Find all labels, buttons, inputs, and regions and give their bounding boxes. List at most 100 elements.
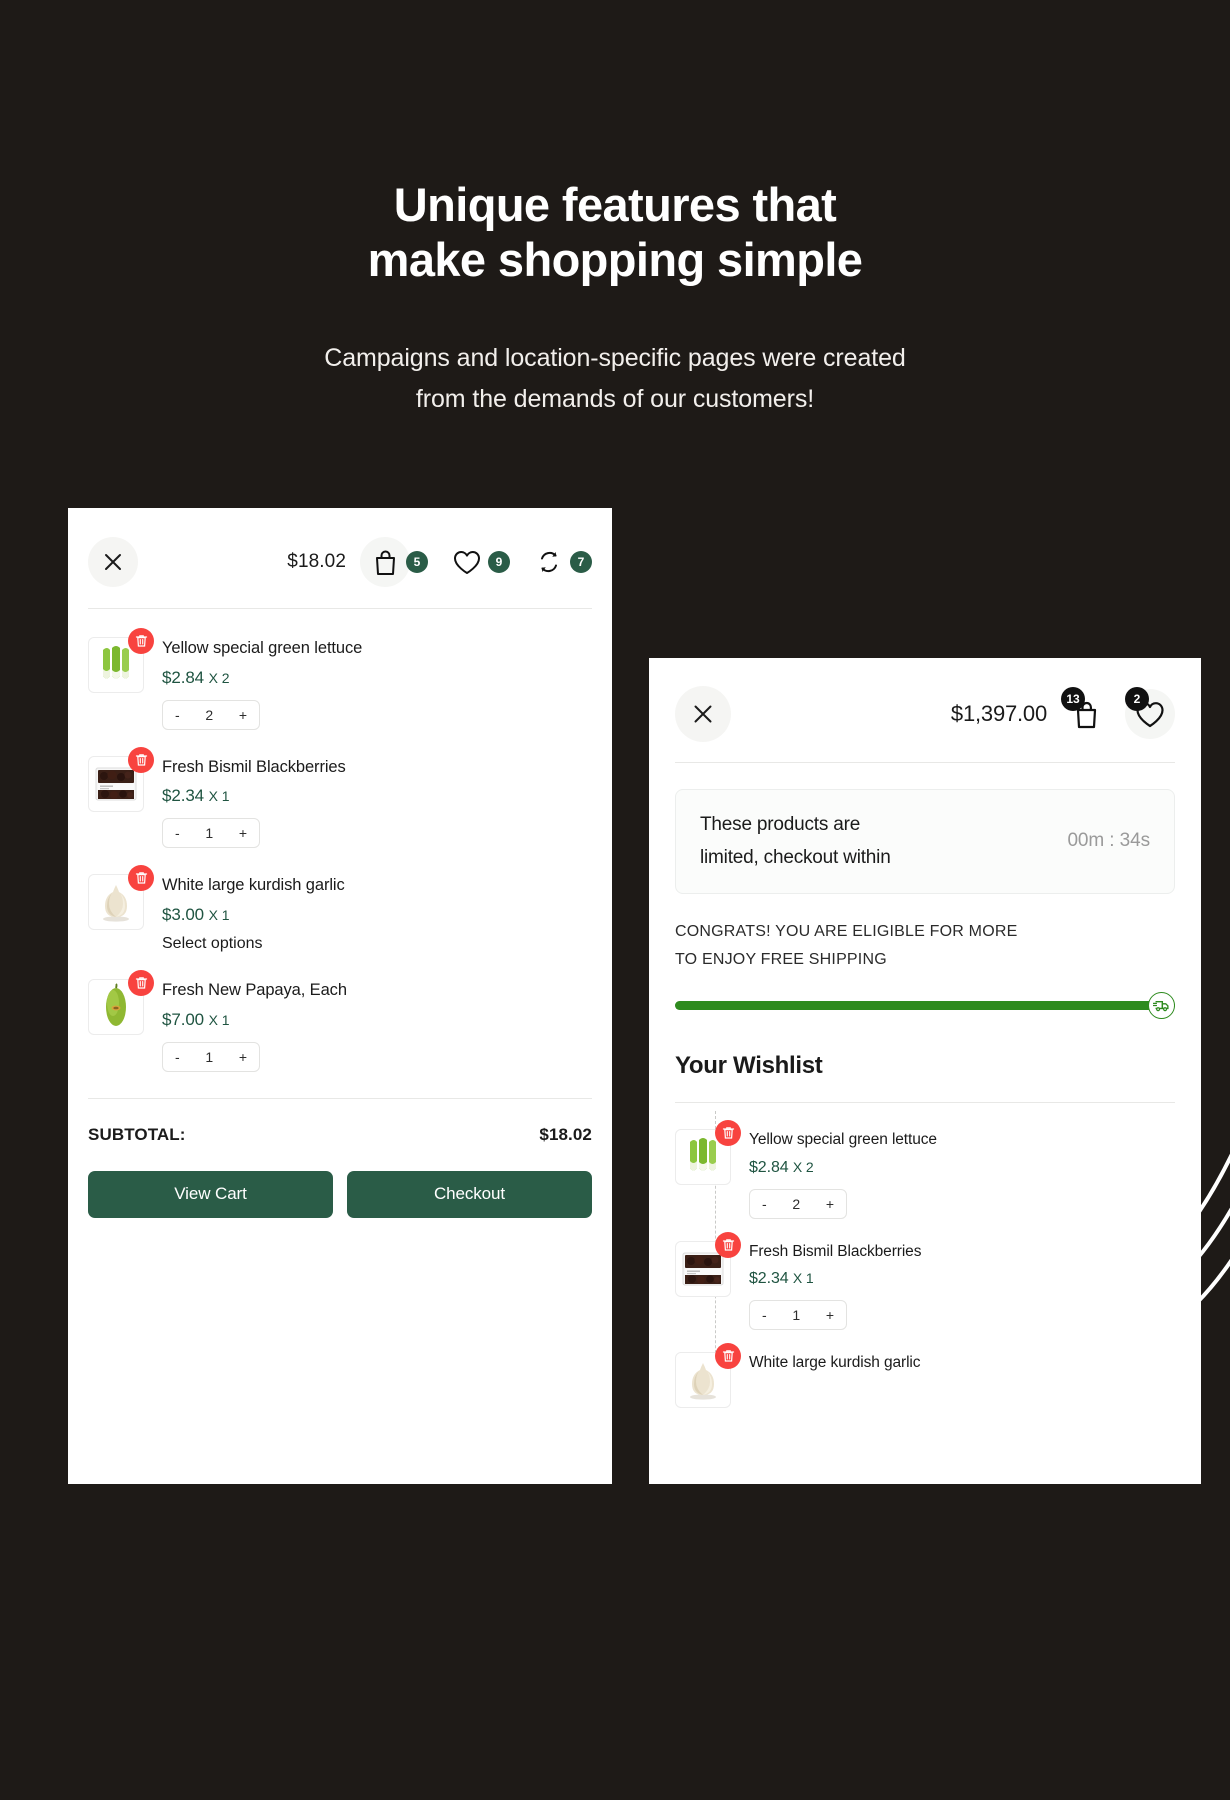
mini-cart-header: $18.02 5 9 7	[68, 516, 612, 608]
subtotal-label: SUBTOTAL:	[88, 1124, 186, 1144]
product-name: Yellow special green lettuce	[162, 639, 363, 657]
mini-cart-panel: $18.02 5 9 7 Yellow special green lettuc…	[68, 508, 612, 1484]
cart-bag-button[interactable]: 5	[360, 537, 428, 587]
product-thumbnail-wrap	[675, 1343, 741, 1409]
product-name: Fresh Bismil Blackberries	[162, 757, 346, 776]
product-price: $2.84 X 2	[749, 1158, 814, 1176]
cart-compare-badge: 7	[570, 551, 592, 573]
delete-item-icon[interactable]	[128, 628, 154, 654]
view-cart-button[interactable]: View Cart	[88, 1170, 333, 1218]
wishlist-header-divider	[675, 762, 1175, 763]
quantity-stepper[interactable]: - 1 +	[162, 818, 260, 849]
product-price: $7.00 X 1	[162, 1009, 230, 1029]
free-shipping-progress	[675, 991, 1175, 1019]
wishlist-heart-button[interactable]: 2	[1125, 687, 1175, 739]
page-root: Unique features that make shopping simpl…	[0, 0, 1230, 1800]
page-subtitle-line-1: Campaigns and location-specific pages we…	[324, 344, 906, 372]
wishlist-items-container: Yellow special green lettuce $2.84 X 2 - 2 +…	[675, 1120, 1175, 1409]
cart-bag-badge: 5	[406, 551, 428, 573]
quantity-decrease-button[interactable]: -	[762, 1196, 767, 1212]
product-info: Fresh Bismil Blackberries $2.34 X 1 - 1 +	[162, 756, 592, 849]
wishlist-title: Your Wishlist	[675, 1052, 823, 1080]
countdown-message: These products are limited, checkout wit…	[700, 808, 891, 875]
quantity-value: 1	[205, 1048, 214, 1065]
quantity-increase-button[interactable]: +	[239, 825, 247, 841]
free-shipping-message: CONGRATS! YOU ARE ELIGIBLE FOR MORE TO E…	[675, 918, 1175, 975]
wishlist-header-icons: 13 2	[1047, 687, 1175, 739]
quantity-increase-button[interactable]: +	[239, 1049, 247, 1065]
product-price: $3.00 X 1	[162, 904, 230, 924]
quantity-stepper[interactable]: - 2 +	[162, 699, 260, 730]
page-title-line-2: make shopping simple	[367, 232, 863, 286]
cart-wishlist-badge: 9	[488, 551, 510, 573]
checkout-button[interactable]: Checkout	[347, 1170, 592, 1218]
wishlist-bag-badge: 13	[1061, 687, 1085, 711]
select-options-link[interactable]: Select options	[162, 935, 592, 953]
delete-item-icon[interactable]	[128, 969, 154, 996]
product-info: Yellow special green lettuce $2.84 X 2 - 2 +	[749, 1129, 1175, 1219]
product-row: Yellow special green lettuce $2.84 X 2 - 2 +	[88, 628, 592, 730]
product-row: White large kurdish garlic $3.00 X 1 Selec…	[88, 865, 592, 953]
product-name: Yellow special green lettuce	[749, 1131, 937, 1149]
product-info: White large kurdish garlic	[749, 1352, 1175, 1381]
quantity-value: 2	[205, 706, 214, 723]
product-thumbnail-wrap	[88, 969, 154, 1035]
product-info: Yellow special green lettuce $2.84 X 2 - 2 +	[162, 637, 592, 730]
cart-item-list: Yellow special green lettuce $2.84 X 2 - 2 +…	[68, 609, 612, 1072]
product-quantity-label: X 1	[208, 1011, 230, 1028]
product-quantity-label: X 1	[208, 906, 230, 923]
page-title: Unique features that make shopping simpl…	[0, 178, 1230, 288]
close-icon[interactable]	[88, 537, 138, 587]
delivery-truck-icon	[1148, 991, 1175, 1019]
cart-header-icons: 5 9 7	[346, 537, 592, 587]
product-row: Fresh Bismil Blackberries $2.34 X 1 - 1 +	[88, 746, 592, 849]
quantity-value: 1	[205, 825, 214, 842]
product-price: $2.34 X 1	[162, 786, 230, 806]
product-row: Yellow special green lettuce $2.84 X 2 - 2 +	[675, 1120, 1175, 1219]
wishlist-header: $1,397.00 13 2	[649, 666, 1201, 762]
cart-compare-button[interactable]: 7	[524, 537, 592, 587]
wishlist-bag-button[interactable]: 13	[1061, 687, 1111, 739]
free-shipping-section: CONGRATS! YOU ARE ELIGIBLE FOR MORE TO E…	[649, 894, 1201, 1019]
cart-wishlist-button[interactable]: 9	[442, 537, 510, 587]
compare-icon	[524, 537, 574, 587]
quantity-decrease-button[interactable]: -	[762, 1307, 767, 1323]
product-name: Fresh New Papaya, Each	[162, 980, 347, 999]
delete-item-icon[interactable]	[715, 1343, 741, 1370]
product-thumbnail-wrap	[88, 746, 154, 812]
delete-item-icon[interactable]	[715, 1120, 741, 1147]
product-thumbnail-wrap	[88, 628, 154, 693]
quantity-stepper[interactable]: - 1 +	[162, 1041, 260, 1072]
product-info: White large kurdish garlic $3.00 X 1 Selec…	[162, 874, 592, 953]
limited-stock-countdown: These products are limited, checkout wit…	[675, 789, 1175, 894]
product-thumbnail-wrap	[675, 1120, 741, 1186]
progress-fill	[675, 1000, 1175, 1010]
cart-action-buttons: View Cart Checkout	[68, 1145, 612, 1218]
delete-item-icon[interactable]	[128, 865, 154, 892]
cart-total-amount: $18.02	[287, 551, 346, 572]
quantity-stepper[interactable]: - 2 +	[749, 1188, 847, 1219]
subtotal-row: SUBTOTAL: $18.02	[68, 1099, 612, 1145]
quantity-decrease-button[interactable]: -	[175, 825, 180, 841]
quantity-increase-button[interactable]: +	[826, 1307, 834, 1323]
quantity-stepper[interactable]: - 1 +	[749, 1300, 847, 1331]
product-quantity-label: X 1	[792, 1270, 814, 1287]
product-row: Fresh New Papaya, Each $7.00 X 1 - 1 +	[88, 969, 592, 1072]
product-info: Fresh Bismil Blackberries $2.34 X 1 - 1 +	[749, 1241, 1175, 1331]
quantity-value: 1	[792, 1307, 801, 1324]
wishlist-total-amount: $1,397.00	[950, 701, 1047, 726]
countdown-timer: 00m : 34s	[1067, 830, 1150, 852]
product-name: Fresh Bismil Blackberries	[749, 1242, 922, 1260]
page-subtitle-line-2: from the demands of our customers!	[415, 384, 815, 413]
quantity-decrease-button[interactable]: -	[175, 707, 180, 723]
quantity-increase-button[interactable]: +	[826, 1196, 834, 1212]
product-quantity-label: X 2	[208, 669, 230, 686]
delete-item-icon[interactable]	[715, 1231, 741, 1258]
quantity-increase-button[interactable]: +	[239, 707, 247, 723]
quantity-decrease-button[interactable]: -	[175, 1049, 180, 1065]
page-title-line-1: Unique features that	[393, 178, 837, 231]
product-thumbnail-wrap	[675, 1231, 741, 1297]
delete-item-icon[interactable]	[128, 746, 154, 773]
close-icon[interactable]	[675, 686, 731, 742]
subtotal-value: $18.02	[539, 1124, 592, 1144]
